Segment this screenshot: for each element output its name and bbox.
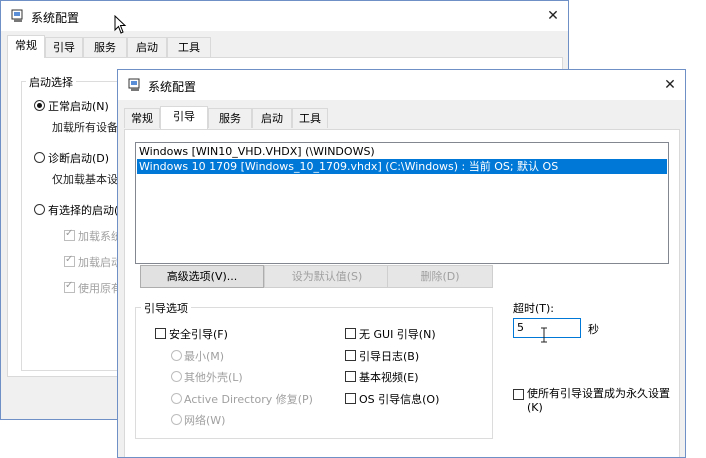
timeout-input[interactable]: 5 bbox=[513, 318, 581, 338]
tab-startup[interactable]: 启动 bbox=[252, 108, 292, 128]
back-titlebar[interactable]: 系统配置 ✕ bbox=[1, 1, 568, 31]
use-original-boot-config-label: 使用原有 bbox=[78, 282, 122, 295]
front-tab-strip: 常规 引导 服务 启动 工具 bbox=[118, 106, 685, 130]
set-default-button[interactable]: 设为默认值(S) bbox=[264, 265, 390, 288]
timeout-unit: 秒 bbox=[588, 323, 599, 336]
tab-tools[interactable]: 工具 bbox=[292, 108, 328, 128]
close-icon[interactable]: ✕ bbox=[538, 1, 568, 31]
no-gui-boot-label[interactable]: 无 GUI 引导(N) bbox=[359, 326, 436, 342]
timeout-label: 超时(T): bbox=[513, 302, 555, 315]
msconfig-icon bbox=[11, 9, 23, 22]
network-label: 网络(W) bbox=[184, 414, 226, 427]
tab-tools[interactable]: 工具 bbox=[167, 37, 211, 57]
selective-startup-label[interactable]: 有选择的启动(S bbox=[48, 202, 125, 218]
load-startup-items-checkbox[interactable] bbox=[64, 254, 75, 267]
boot-panel: Windows [WIN10_VHD.VHDX] (\WINDOWS) Wind… bbox=[124, 129, 680, 457]
boot-options-title: 引导选项 bbox=[141, 300, 191, 316]
boot-log-checkbox[interactable] bbox=[345, 350, 356, 361]
front-titlebar[interactable]: 系统配置 ✕ bbox=[118, 70, 685, 100]
boot-log-label[interactable]: 引导日志(B) bbox=[359, 348, 419, 364]
text-cursor-icon bbox=[541, 327, 547, 343]
close-icon[interactable]: ✕ bbox=[655, 70, 685, 100]
delete-button[interactable]: 删除(D) bbox=[387, 265, 493, 288]
minimal-label: 最小(M) bbox=[184, 350, 225, 363]
load-startup-items-label: 加载启动 bbox=[78, 256, 122, 269]
make-permanent-checkbox[interactable] bbox=[513, 389, 524, 400]
normal-startup-desc: 加载所有设备 bbox=[52, 121, 118, 134]
normal-startup-label[interactable]: 正常启动(N) bbox=[48, 98, 109, 114]
diagnostic-startup-radio[interactable] bbox=[34, 152, 45, 163]
diagnostic-startup-label[interactable]: 诊断启动(D) bbox=[48, 150, 109, 166]
ad-repair-radio[interactable] bbox=[171, 393, 182, 404]
startup-selection-title: 启动选择 bbox=[26, 74, 76, 90]
front-window-title: 系统配置 bbox=[148, 80, 197, 94]
no-gui-boot-checkbox[interactable] bbox=[345, 328, 356, 339]
base-video-label[interactable]: 基本视频(E) bbox=[359, 369, 419, 385]
tab-startup[interactable]: 启动 bbox=[127, 37, 167, 57]
tab-services[interactable]: 服务 bbox=[208, 108, 252, 128]
diagnostic-startup-desc: 仅加载基本设 bbox=[52, 173, 118, 186]
os-boot-info-label[interactable]: OS 引导信息(O) bbox=[359, 391, 439, 407]
mouse-pointer-icon bbox=[114, 15, 127, 34]
back-tab-strip: 常规 引导 服务 启动 工具 bbox=[1, 35, 568, 59]
selective-startup-radio[interactable] bbox=[34, 204, 45, 215]
list-item[interactable]: Windows 10 1709 [Windows_10_1709.vhdx] (… bbox=[137, 159, 667, 174]
alternate-shell-label: 其他外壳(L) bbox=[184, 371, 243, 384]
safe-boot-checkbox[interactable] bbox=[155, 328, 166, 339]
network-radio[interactable] bbox=[171, 414, 182, 425]
advanced-options-button[interactable]: 高级选项(V)... bbox=[140, 265, 264, 288]
front-window: 系统配置 ✕ 常规 引导 服务 启动 工具 Windows [WIN10_VHD… bbox=[117, 69, 686, 458]
ad-repair-label: Active Directory 修复(P) bbox=[184, 393, 313, 406]
minimal-radio[interactable] bbox=[171, 350, 182, 361]
boot-entries-list[interactable]: Windows [WIN10_VHD.VHDX] (\WINDOWS) Wind… bbox=[135, 142, 669, 264]
list-item[interactable]: Windows [WIN10_VHD.VHDX] (\WINDOWS) bbox=[137, 144, 667, 159]
use-original-boot-config-checkbox[interactable] bbox=[64, 280, 75, 293]
make-permanent-label[interactable]: 使所有引导设置成为永久设置(K) bbox=[527, 387, 679, 415]
os-boot-info-checkbox[interactable] bbox=[345, 393, 356, 404]
safe-boot-label[interactable]: 安全引导(F) bbox=[169, 326, 228, 342]
base-video-checkbox[interactable] bbox=[345, 371, 356, 382]
alternate-shell-radio[interactable] bbox=[171, 371, 182, 382]
load-system-services-label: 加载系统 bbox=[78, 230, 122, 243]
normal-startup-radio[interactable] bbox=[34, 100, 45, 111]
tab-general[interactable]: 常规 bbox=[7, 35, 45, 58]
tab-services[interactable]: 服务 bbox=[83, 37, 127, 57]
tab-boot[interactable]: 引导 bbox=[45, 37, 83, 57]
load-system-services-checkbox[interactable] bbox=[64, 228, 75, 241]
msconfig-icon bbox=[128, 78, 140, 91]
back-window-title: 系统配置 bbox=[31, 11, 80, 25]
tab-general[interactable]: 常规 bbox=[124, 108, 160, 128]
tab-boot[interactable]: 引导 bbox=[160, 106, 208, 129]
